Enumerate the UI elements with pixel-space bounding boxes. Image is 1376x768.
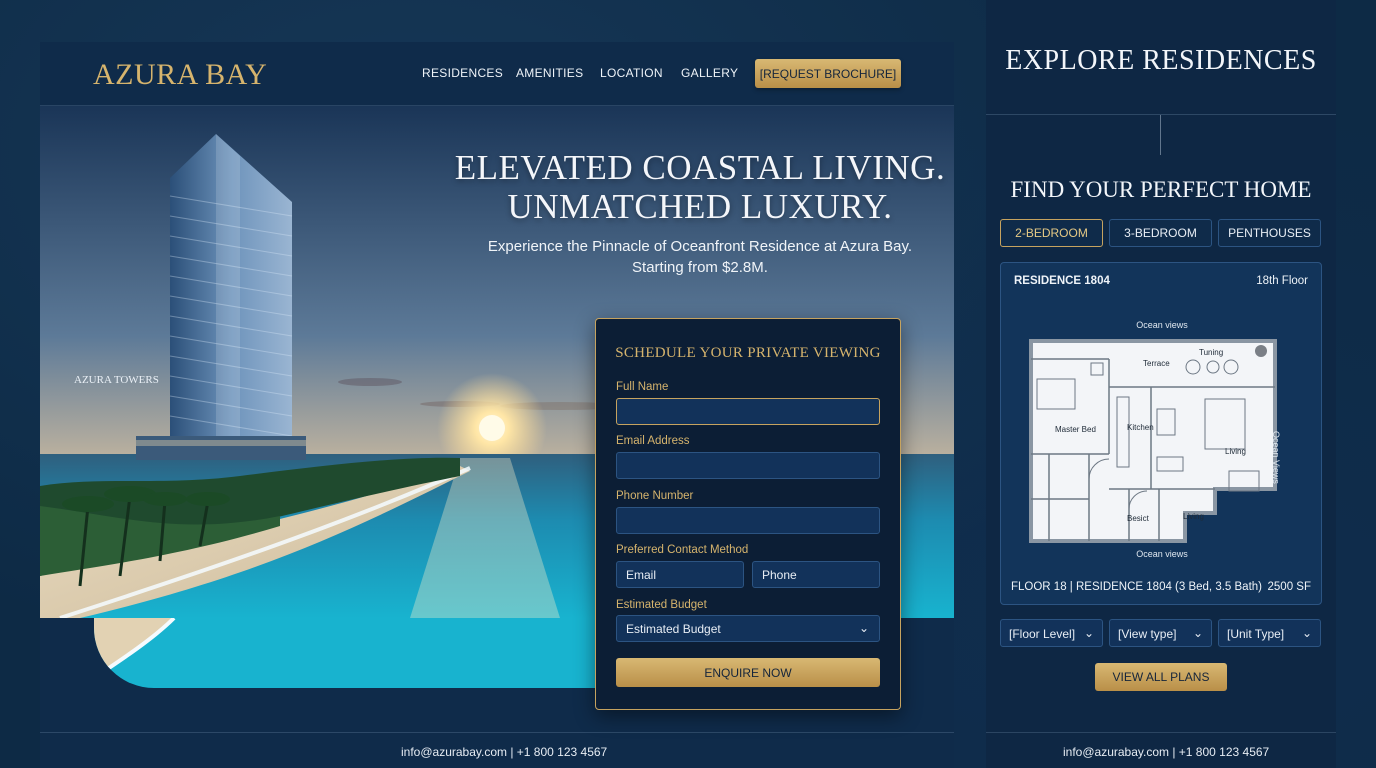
tab-3-bedroom[interactable]: 3-BEDROOM <box>1109 219 1212 247</box>
filter-unit-type[interactable]: [Unit Type] ⌄ <box>1218 619 1321 647</box>
contact-option-email[interactable]: Email <box>616 561 744 588</box>
email-label: Email Address <box>616 435 690 447</box>
budget-select[interactable]: Estimated Budget ⌄ <box>616 615 880 642</box>
nav-amenities[interactable]: AMENITIES <box>516 66 583 80</box>
view-all-plans-button[interactable]: VIEW ALL PLANS <box>1095 663 1227 691</box>
nav-residences[interactable]: RESIDENCES <box>422 66 503 80</box>
budget-selected: Estimated Budget <box>626 622 721 636</box>
filter-floor-level-label: [Floor Level] <box>1009 627 1076 641</box>
plan-room-living-2: Living <box>1183 512 1204 521</box>
top-navigation: AZURA BAY RESIDENCES AMENITIES LOCATION … <box>40 42 954 106</box>
hero-headline-line1: ELEVATED COASTAL LIVING. <box>454 148 946 187</box>
contact-option-phone[interactable]: Phone <box>752 561 880 588</box>
side-title: EXPLORE RESIDENCES <box>1005 45 1317 76</box>
plan-room-bedroom: Besict <box>1127 514 1150 523</box>
floor-plan-card: RESIDENCE 1804 18th Floor Ocean views Te… <box>1000 262 1322 605</box>
chevron-down-icon: ⌄ <box>1192 626 1203 640</box>
side-footer-contact[interactable]: info@azurabay.com | +1 800 123 4567 <box>1063 745 1269 759</box>
plan-room-dining: Tuning <box>1199 348 1223 357</box>
nav-location[interactable]: LOCATION <box>600 66 663 80</box>
ocean-views-top: Ocean views <box>1136 320 1188 330</box>
brand-logo[interactable]: AZURA BAY <box>93 58 267 92</box>
full-name-input[interactable] <box>616 398 880 425</box>
plan-floor: 18th Floor <box>1256 275 1308 287</box>
side-subtitle: FIND YOUR PERFECT HOME <box>1010 177 1312 202</box>
plan-room-terrace: Terrace <box>1143 359 1170 368</box>
budget-label: Estimated Budget <box>616 599 707 611</box>
plan-room-living: Living <box>1225 447 1246 456</box>
main-panel: AZURA BAY RESIDENCES AMENITIES LOCATION … <box>40 42 954 768</box>
plan-area: 2500 SF <box>1267 581 1311 593</box>
hero-subheadline-line2: Starting from $2.8M. <box>632 259 768 276</box>
side-divider <box>986 114 1336 115</box>
ocean-views-side: Ocean Views <box>1271 431 1281 484</box>
filter-floor-level[interactable]: [Floor Level] ⌄ <box>1000 619 1103 647</box>
hero-shore-extension <box>94 618 596 688</box>
phone-label: Phone Number <box>616 490 694 502</box>
contact-method-label: Preferred Contact Method <box>616 544 749 556</box>
plan-room-master: Master Bed <box>1055 425 1096 434</box>
phone-input[interactable] <box>616 507 880 534</box>
side-panel: EXPLORE RESIDENCES FIND YOUR PERFECT HOM… <box>986 0 1336 768</box>
plan-residence: RESIDENCE 1804 <box>1014 275 1110 287</box>
tab-2-bedroom[interactable]: 2-BEDROOM <box>1000 219 1103 247</box>
tab-penthouses[interactable]: PENTHOUSES <box>1218 219 1321 247</box>
ocean-views-bottom: Ocean views <box>1136 549 1188 559</box>
hero-headline-line2: UNMATCHED LUXURY. <box>507 187 893 226</box>
filter-view-type[interactable]: [View type] ⌄ <box>1109 619 1212 647</box>
floor-plan-drawing[interactable]: Terrace Tuning Master Bed Kitchen Living… <box>1029 339 1279 545</box>
plan-summary: FLOOR 18 | RESIDENCE 1804 (3 Bed, 3.5 Ba… <box>1011 581 1262 593</box>
contact-option-email-label: Email <box>626 568 657 582</box>
hero-subheadline-line1: Experience the Pinnacle of Oceanfront Re… <box>487 238 913 255</box>
email-input[interactable] <box>616 452 880 479</box>
enquire-now-button[interactable]: ENQUIRE NOW <box>616 658 880 687</box>
chevron-down-icon: ⌄ <box>1301 626 1312 640</box>
request-brochure-button[interactable]: [REQUEST BROCHURE] <box>755 59 901 88</box>
side-footer-divider <box>986 732 1336 733</box>
filter-unit-type-label: [Unit Type] <box>1227 627 1285 641</box>
nav-gallery[interactable]: GALLERY <box>681 66 738 80</box>
main-footer-contact[interactable]: info@azurabay.com | +1 800 123 4567 <box>401 745 607 759</box>
tower-label: AZURA TOWERS <box>74 374 159 386</box>
chevron-down-icon: ⌄ <box>858 621 869 635</box>
form-title: SCHEDULE YOUR PRIVATE VIEWING <box>615 345 881 361</box>
hero-headline: ELEVATED COASTAL LIVING. UNMATCHED LUXUR… <box>440 148 960 226</box>
full-name-label: Full Name <box>616 381 669 393</box>
contact-option-phone-label: Phone <box>762 568 797 582</box>
plan-room-kitchen: Kitchen <box>1127 423 1154 432</box>
chevron-down-icon: ⌄ <box>1083 626 1094 640</box>
filter-view-type-label: [View type] <box>1118 627 1177 641</box>
viewing-form: SCHEDULE YOUR PRIVATE VIEWING Full Name … <box>595 318 901 710</box>
side-divider-vertical <box>1160 115 1161 155</box>
main-footer-divider <box>40 732 954 733</box>
hero-subheadline: Experience the Pinnacle of Oceanfront Re… <box>440 236 960 278</box>
